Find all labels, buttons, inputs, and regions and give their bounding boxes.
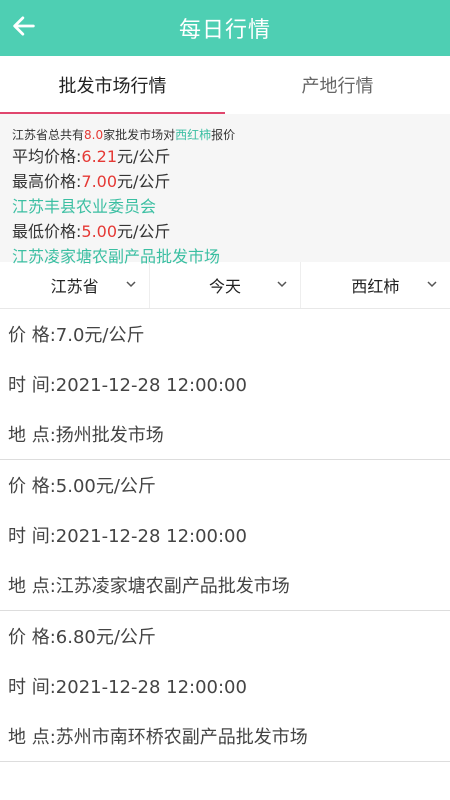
tab-origin-market[interactable]: 产地行情: [225, 56, 450, 114]
list-item[interactable]: 价 格:7.0元/公斤 时 间:2021-12-28 12:00:00 地 点:…: [0, 309, 450, 460]
avg-value: 6.21: [81, 147, 118, 166]
list-item[interactable]: 价 格:5.00元/公斤 时 间:2021-12-28 12:00:00 地 点…: [0, 460, 450, 611]
max-price: 最高价格:7.00元/公斤: [12, 169, 438, 194]
chevron-down-icon: [126, 281, 136, 288]
product-dropdown[interactable]: 西红柿: [301, 262, 450, 308]
summary-intro: 江苏省总共有8.0家批发市场对西红柿报价: [12, 126, 438, 144]
listing-place: 地 点:扬州批发市场: [8, 425, 164, 446]
min-value: 5.00: [81, 222, 118, 241]
date-dropdown[interactable]: 今天: [150, 262, 301, 308]
min-unit: 元/公斤: [117, 222, 171, 241]
app-header: 每日行情: [0, 0, 450, 56]
listing-price: 价 格:7.0元/公斤: [8, 325, 145, 346]
avg-label: 平均价格:: [12, 147, 82, 166]
tab-bar: 批发市场行情 产地行情: [0, 56, 450, 114]
average-price: 平均价格:6.21元/公斤: [12, 144, 438, 169]
chevron-down-icon: [277, 281, 287, 288]
price-list: 价 格:7.0元/公斤 时 间:2021-12-28 12:00:00 地 点:…: [0, 309, 450, 762]
filter-bar: 江苏省 今天 西红柿: [0, 262, 450, 309]
product-label: 西红柿: [351, 277, 400, 296]
min-label: 最低价格:: [12, 222, 82, 241]
min-price: 最低价格:5.00元/公斤: [12, 219, 438, 244]
avg-unit: 元/公斤: [117, 147, 171, 166]
market-count: 8.0: [84, 128, 104, 142]
max-value: 7.00: [81, 172, 118, 191]
product-name: 西红柿: [175, 128, 212, 142]
max-label: 最高价格:: [12, 172, 82, 191]
listing-time: 时 间:2021-12-28 12:00:00: [8, 677, 247, 698]
tab-wholesale-market[interactable]: 批发市场行情: [0, 56, 225, 114]
price-summary: 江苏省总共有8.0家批发市场对西红柿报价 平均价格:6.21元/公斤 最高价格:…: [0, 114, 450, 266]
intro-mid: 家批发市场对: [103, 128, 176, 142]
max-unit: 元/公斤: [117, 172, 171, 191]
listing-price: 价 格:6.80元/公斤: [8, 627, 156, 648]
listing-place: 地 点:苏州市南环桥农副产品批发市场: [8, 727, 308, 748]
max-price-market[interactable]: 江苏丰县农业委员会: [12, 194, 438, 219]
province-dropdown[interactable]: 江苏省: [0, 262, 151, 308]
intro-suffix: 报价: [211, 128, 236, 142]
back-arrow-icon[interactable]: [10, 12, 38, 40]
date-label: 今天: [208, 277, 241, 296]
page-title: 每日行情: [178, 18, 271, 43]
chevron-down-icon: [427, 281, 437, 288]
list-item[interactable]: 价 格:6.80元/公斤 时 间:2021-12-28 12:00:00 地 点…: [0, 611, 450, 762]
province-label: 江苏省: [50, 277, 99, 296]
listing-price: 价 格:5.00元/公斤: [8, 476, 156, 497]
listing-place: 地 点:江苏凌家塘农副产品批发市场: [8, 576, 290, 597]
listing-time: 时 间:2021-12-28 12:00:00: [8, 526, 247, 547]
listing-time: 时 间:2021-12-28 12:00:00: [8, 375, 247, 396]
intro-prefix: 江苏省总共有: [12, 128, 85, 142]
